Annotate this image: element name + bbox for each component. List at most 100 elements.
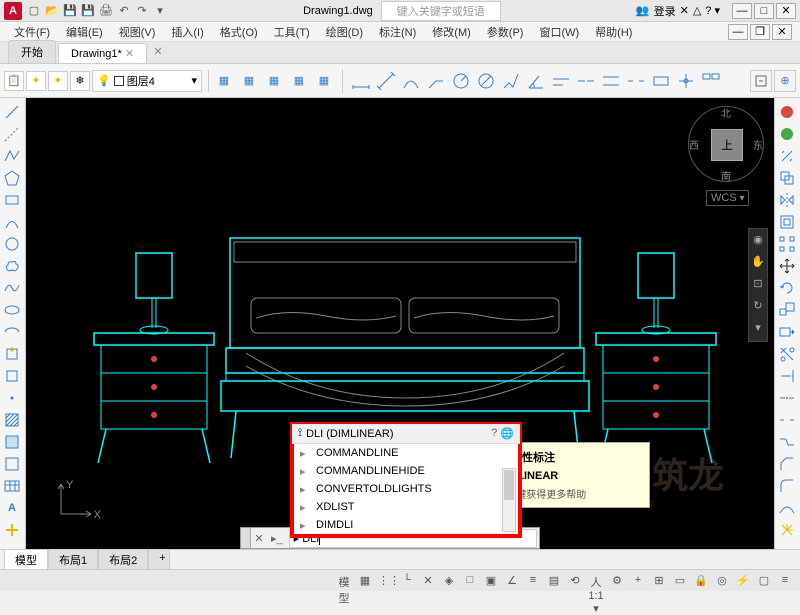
polar-icon[interactable]: ✕	[419, 573, 437, 589]
quick-properties-icon[interactable]: ▭	[671, 573, 689, 589]
dim-diameter-icon[interactable]	[475, 70, 497, 92]
dim-space-icon[interactable]	[600, 70, 622, 92]
rectangle-icon[interactable]	[2, 190, 22, 210]
help-search-input[interactable]: 键入关键字或短语	[381, 1, 501, 21]
hardware-accel-icon[interactable]: ⚡	[734, 573, 752, 589]
doc-restore-button[interactable]: ❐	[750, 24, 770, 40]
trim-icon[interactable]	[777, 344, 797, 364]
join-icon[interactable]	[777, 432, 797, 452]
mtext-icon[interactable]: A	[2, 498, 22, 518]
mirror-icon[interactable]	[777, 190, 797, 210]
close-button[interactable]: ✕	[776, 3, 796, 19]
fillet-icon[interactable]	[777, 476, 797, 496]
saveas-icon[interactable]: 💾	[80, 3, 96, 19]
print-icon[interactable]: 🖨	[98, 3, 114, 19]
new-icon[interactable]: ▢	[26, 3, 42, 19]
arc-icon[interactable]	[2, 212, 22, 232]
menu-window[interactable]: 窗口(W)	[533, 22, 585, 42]
dim-jogged-icon[interactable]	[500, 70, 522, 92]
layer-on-icon[interactable]: ▦	[313, 70, 335, 92]
insert-block-icon[interactable]	[2, 344, 22, 364]
layer-match-icon[interactable]: ▦	[213, 70, 235, 92]
dim-break-icon[interactable]	[625, 70, 647, 92]
erase-icon[interactable]	[777, 146, 797, 166]
dim-arc-icon[interactable]	[400, 70, 422, 92]
dim-angular-icon[interactable]	[525, 70, 547, 92]
menu-modify[interactable]: 修改(M)	[426, 22, 477, 42]
break-at-point-icon[interactable]	[777, 388, 797, 408]
dim-continue-icon[interactable]	[575, 70, 597, 92]
scrollbar[interactable]	[502, 468, 516, 532]
help-icon[interactable]: ?	[491, 427, 497, 440]
dim-radius-icon[interactable]	[450, 70, 472, 92]
add-selected-icon[interactable]	[2, 520, 22, 540]
layer-freeze-icon[interactable]: ❄	[70, 71, 90, 91]
point-icon[interactable]	[2, 388, 22, 408]
app-logo[interactable]: A	[4, 2, 22, 20]
stretch-icon[interactable]	[777, 322, 797, 342]
otrack-icon[interactable]: ∠	[503, 573, 521, 589]
lock-ui-icon[interactable]: 🔒	[692, 573, 710, 589]
redo-icon[interactable]: ↷	[134, 3, 150, 19]
ortho-icon[interactable]: └	[398, 573, 416, 589]
menu-tools[interactable]: 工具(T)	[268, 22, 316, 42]
menu-help[interactable]: 帮助(H)	[589, 22, 638, 42]
dim-linear-icon[interactable]	[350, 70, 372, 92]
model-space-button[interactable]: 模型	[335, 573, 353, 589]
array-icon[interactable]	[777, 234, 797, 254]
menu-draw[interactable]: 绘图(D)	[320, 22, 369, 42]
layer-iso-icon[interactable]: ✦	[48, 71, 68, 91]
tolerance-icon[interactable]	[650, 70, 672, 92]
snap-icon[interactable]: ⋮⋮	[377, 573, 395, 589]
save-icon[interactable]: 💾	[62, 3, 78, 19]
polygon-icon[interactable]	[2, 168, 22, 188]
menu-format[interactable]: 格式(O)	[214, 22, 264, 42]
layer-dropdown[interactable]: 💡 图层4 ▾	[92, 70, 202, 92]
tab-add-button[interactable]: ✕	[149, 45, 167, 63]
offset-icon[interactable]	[777, 212, 797, 232]
maximize-button[interactable]: □	[754, 3, 774, 19]
doc-close-button[interactable]: ✕	[772, 24, 792, 40]
lineweight-icon[interactable]: ≡	[524, 573, 542, 589]
color-green-icon[interactable]	[777, 124, 797, 144]
color-red-icon[interactable]	[777, 102, 797, 122]
dim-baseline-icon[interactable]	[550, 70, 572, 92]
isolate-icon[interactable]: ◎	[713, 573, 731, 589]
grid-icon[interactable]: ▦	[356, 573, 374, 589]
center-mark-icon[interactable]	[675, 70, 697, 92]
autocomplete-item[interactable]: DIMDLI	[294, 516, 518, 534]
qat-more-icon[interactable]: ▾	[152, 3, 168, 19]
exchange-icon[interactable]: ✕	[680, 4, 689, 17]
blend-icon[interactable]	[777, 498, 797, 518]
login-link[interactable]: 登录	[654, 3, 676, 19]
globe-icon[interactable]: 🌐	[500, 427, 514, 440]
tab-layout1[interactable]: 布局1	[48, 549, 98, 571]
line-icon[interactable]	[2, 102, 22, 122]
revision-cloud-icon[interactable]	[2, 256, 22, 276]
scale-icon[interactable]	[777, 300, 797, 320]
menu-dimension[interactable]: 标注(N)	[373, 22, 422, 42]
commandline-close-icon[interactable]: ✕	[251, 532, 267, 545]
cloud-icon[interactable]: △	[693, 4, 701, 17]
dim-aligned-icon[interactable]	[375, 70, 397, 92]
annotation-scale[interactable]: 人 1:1 ▾	[587, 573, 605, 589]
menu-view[interactable]: 视图(V)	[113, 22, 162, 42]
tab-close-icon[interactable]: ✕	[125, 48, 134, 60]
doc-minimize-button[interactable]: —	[728, 24, 748, 40]
layer-states-icon[interactable]: ✦	[26, 71, 46, 91]
make-block-icon[interactable]	[2, 366, 22, 386]
3dosnap-icon[interactable]: ▣	[482, 573, 500, 589]
units-icon[interactable]: ⊞	[650, 573, 668, 589]
spline-icon[interactable]	[2, 278, 22, 298]
dim-update-icon[interactable]	[750, 70, 772, 92]
chamfer-icon[interactable]	[777, 454, 797, 474]
annotation-monitor-icon[interactable]: +	[629, 573, 647, 589]
tab-add-layout[interactable]: +	[148, 549, 170, 571]
layer-off-icon[interactable]: ▦	[288, 70, 310, 92]
dim-ordinate-icon[interactable]	[425, 70, 447, 92]
commandline-history-icon[interactable]: ▸_	[267, 532, 287, 545]
transparency-icon[interactable]: ▤	[545, 573, 563, 589]
circle-icon[interactable]	[2, 234, 22, 254]
copy-icon[interactable]	[777, 168, 797, 188]
minimize-button[interactable]: —	[732, 3, 752, 19]
